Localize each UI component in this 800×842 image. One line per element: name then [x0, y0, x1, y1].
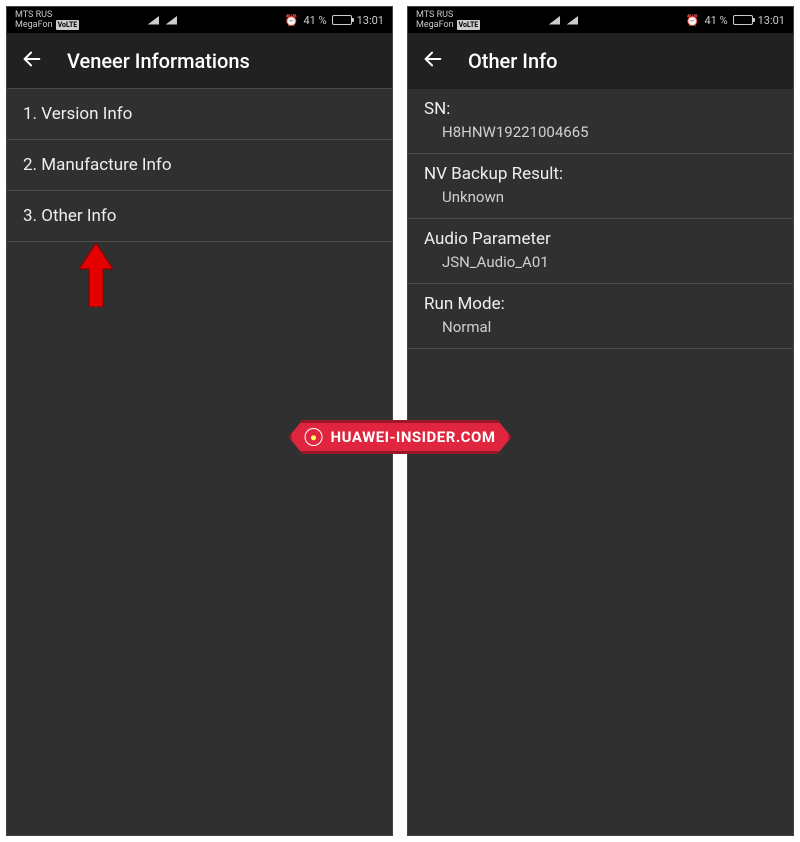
carrier-1: MTS RUS: [15, 10, 79, 20]
menu-item-other-info[interactable]: 3. Other Info: [7, 191, 392, 242]
app-header: Other Info: [408, 33, 793, 89]
carrier-1: MTS RUS: [416, 10, 480, 20]
menu-item-version-info[interactable]: 1. Version Info: [7, 88, 392, 140]
signal-icon-1: [548, 16, 560, 25]
alarm-icon: ⏰: [686, 14, 700, 27]
info-list: SN: H8HNW19221004665 NV Backup Result: U…: [408, 89, 793, 835]
battery-percent: 41 %: [303, 14, 326, 27]
battery-icon: [332, 15, 352, 25]
info-row-audio-parameter: Audio Parameter JSN_Audio_A01: [408, 219, 793, 284]
info-label: NV Backup Result:: [424, 164, 777, 188]
alarm-icon: ⏰: [285, 14, 299, 27]
info-row-nv-backup: NV Backup Result: Unknown: [408, 154, 793, 219]
battery-percent: 41 %: [704, 14, 727, 27]
info-row-run-mode: Run Mode: Normal: [408, 284, 793, 349]
back-arrow-icon[interactable]: [21, 48, 43, 74]
signal-icon-2: [165, 16, 177, 25]
huawei-logo-icon: [305, 428, 323, 446]
volte-badge: VoLTE: [56, 20, 80, 30]
info-value: H8HNW19221004665: [424, 123, 777, 141]
info-value: JSN_Audio_A01: [424, 253, 777, 271]
info-label: SN:: [424, 99, 777, 123]
clock-time: 13:01: [357, 14, 384, 27]
volte-badge: VoLTE: [457, 20, 481, 30]
watermark-badge: HUAWEI-INSIDER.COM: [289, 420, 512, 454]
page-title: Other Info: [468, 49, 558, 73]
clock-time: 13:01: [758, 14, 785, 27]
info-label: Audio Parameter: [424, 229, 777, 253]
back-arrow-icon[interactable]: [422, 48, 444, 74]
status-bar: MTS RUS MegaFon VoLTE ⏰ 41 % 13:01: [7, 7, 392, 33]
carrier-2: MegaFon: [416, 20, 454, 30]
info-value: Unknown: [424, 188, 777, 206]
info-label: Run Mode:: [424, 294, 777, 318]
battery-icon: [733, 15, 753, 25]
menu-item-manufacture-info[interactable]: 2. Manufacture Info: [7, 140, 392, 191]
page-title: Veneer Informations: [67, 49, 250, 73]
status-bar: MTS RUS MegaFon VoLTE ⏰ 41 % 13:01: [408, 7, 793, 33]
info-value: Normal: [424, 318, 777, 336]
app-header: Veneer Informations: [7, 33, 392, 89]
watermark-text: HUAWEI-INSIDER.COM: [331, 428, 496, 446]
carrier-2: MegaFon: [15, 20, 53, 30]
annotation-arrow-icon: [79, 243, 113, 307]
menu-list: 1. Version Info 2. Manufacture Info 3. O…: [7, 89, 392, 835]
signal-icon-2: [566, 16, 578, 25]
info-row-sn: SN: H8HNW19221004665: [408, 89, 793, 154]
signal-icon-1: [147, 16, 159, 25]
